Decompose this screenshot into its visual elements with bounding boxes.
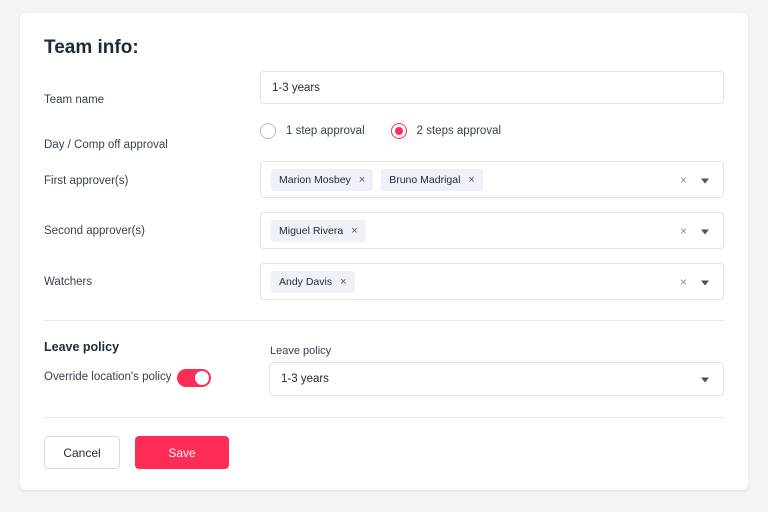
clear-icon[interactable]: × xyxy=(680,275,687,289)
chip-remove-icon[interactable]: × xyxy=(468,174,474,186)
chevron-down-icon[interactable] xyxy=(701,280,709,285)
second-approvers-select[interactable]: Miguel Rivera × × xyxy=(260,212,724,249)
radio-2-steps-label: 2 steps approval xyxy=(416,125,502,137)
chip-label: Bruno Madrigal xyxy=(389,173,461,186)
chip-label: Marion Mosbey xyxy=(279,173,351,186)
approval-label: Day / Comp off approval xyxy=(44,139,168,151)
chevron-down-icon[interactable] xyxy=(701,229,709,234)
leave-policy-select-value: 1-3 years xyxy=(281,373,329,385)
chip-approver: Miguel Rivera × xyxy=(271,219,366,242)
first-approvers-select[interactable]: Marion Mosbey × Bruno Madrigal × × xyxy=(260,161,724,198)
team-name-label: Team name xyxy=(44,94,105,106)
team-info-card: Team info: Team name Day / Comp off appr… xyxy=(20,13,748,490)
divider xyxy=(44,417,724,418)
chevron-down-icon[interactable] xyxy=(701,377,709,383)
chip-approver: Bruno Madrigal × xyxy=(381,168,483,191)
override-policy-label: Override location's policy xyxy=(44,371,172,383)
override-policy-toggle[interactable] xyxy=(177,369,211,387)
save-button[interactable]: Save xyxy=(135,436,229,469)
watchers-label: Watchers xyxy=(44,276,93,288)
chip-label: Andy Davis xyxy=(279,275,333,288)
radio-circle-checked[interactable] xyxy=(390,123,407,139)
chevron-down-icon[interactable] xyxy=(701,178,709,183)
chip-watcher: Andy Davis × xyxy=(271,270,355,293)
second-approvers-label: Second approver(s) xyxy=(44,225,145,237)
watchers-select[interactable]: Andy Davis × × xyxy=(260,263,724,300)
chip-remove-icon[interactable]: × xyxy=(351,225,357,237)
radio-circle[interactable] xyxy=(260,123,276,139)
leave-policy-select-label: Leave policy xyxy=(270,345,332,357)
team-name-input[interactable] xyxy=(260,71,724,104)
radio-2-steps-approval[interactable]: 2 steps approval xyxy=(390,123,502,139)
clear-icon[interactable]: × xyxy=(680,173,687,187)
clear-icon[interactable]: × xyxy=(680,224,687,238)
first-approvers-label: First approver(s) xyxy=(44,175,129,187)
page-title: Team info: xyxy=(44,37,139,58)
leave-policy-select[interactable]: 1-3 years xyxy=(269,362,724,396)
chip-remove-icon[interactable]: × xyxy=(340,276,346,288)
leave-policy-section-title: Leave policy xyxy=(44,340,120,354)
chip-approver: Marion Mosbey × xyxy=(271,168,374,191)
radio-1-step-label: 1 step approval xyxy=(286,125,365,137)
approval-radio-group: 1 step approval 2 steps approval xyxy=(260,123,527,139)
cancel-button[interactable]: Cancel xyxy=(44,436,120,469)
radio-1-step-approval[interactable]: 1 step approval xyxy=(260,123,365,139)
chip-label: Miguel Rivera xyxy=(279,224,344,237)
divider xyxy=(44,320,724,321)
chip-remove-icon[interactable]: × xyxy=(359,174,365,186)
